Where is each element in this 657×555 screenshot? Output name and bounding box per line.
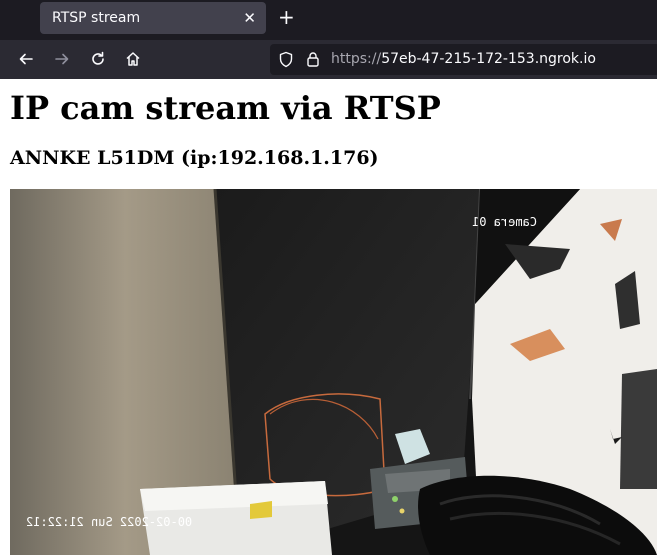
browser-chrome: RTSP stream ✕ + https://57eb-47-215-172-…: [0, 0, 657, 79]
shield-icon[interactable]: [278, 51, 294, 68]
page-content: IP cam stream via RTSP ANNKE L51DM (ip:1…: [0, 79, 657, 555]
navigation-bar: https://57eb-47-215-172-153.ngrok.io: [0, 40, 657, 79]
back-arrow-icon: [19, 53, 33, 65]
camera-name-overlay: Camera 01: [472, 215, 538, 229]
new-tab-button[interactable]: +: [278, 5, 295, 29]
url-bar[interactable]: https://57eb-47-215-172-153.ngrok.io: [270, 44, 657, 75]
tab-title: RTSP stream: [52, 10, 141, 26]
forward-arrow-icon: [55, 53, 69, 65]
back-button[interactable]: [13, 46, 39, 72]
reload-icon: [92, 51, 104, 65]
home-icon: [126, 52, 140, 66]
home-button[interactable]: [120, 46, 146, 72]
url-text: https://57eb-47-215-172-153.ngrok.io: [331, 51, 596, 67]
url-scheme: https://: [331, 51, 382, 67]
tab-strip: RTSP stream ✕ +: [0, 0, 657, 36]
camera-timestamp-overlay: 00-02-2022 Sun 21:22:12: [26, 515, 193, 529]
reload-button[interactable]: [85, 46, 111, 72]
forward-button[interactable]: [49, 46, 75, 72]
url-host: 57eb-47-215-172-153.ngrok.io: [381, 51, 596, 67]
lock-icon[interactable]: [306, 51, 320, 68]
tab-rtsp-stream[interactable]: RTSP stream ✕: [40, 2, 266, 34]
page-title: IP cam stream via RTSP: [10, 89, 441, 127]
camera-video-stream[interactable]: Camera 01 00-02-2022 Sun 21:22:12: [10, 189, 657, 555]
camera-subtitle: ANNKE L51DM (ip:192.168.1.176): [10, 147, 379, 169]
camera-frame-image: [10, 189, 657, 555]
tab-close-icon[interactable]: ✕: [243, 9, 256, 27]
